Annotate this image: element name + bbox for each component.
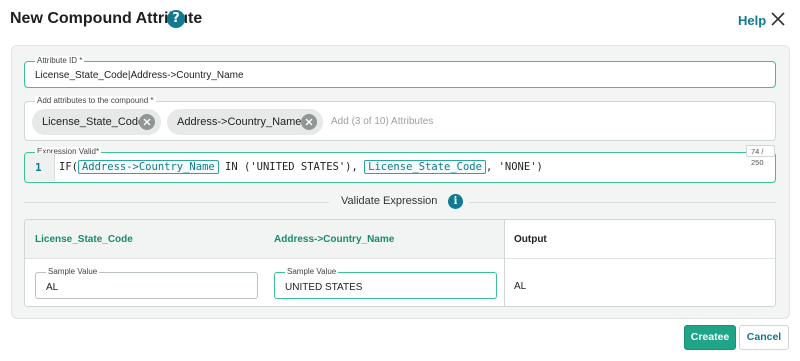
chip-license-state-code[interactable]: License_State_Code — [32, 109, 161, 135]
sample-value: UNITED STATES — [285, 282, 363, 293]
column-header-license-state-code: License_State_Code — [35, 234, 133, 245]
column-header-country-name: Address->Country_Name — [274, 234, 395, 245]
divider-line — [469, 202, 776, 203]
attribute-id-label: Attribute ID * — [35, 56, 85, 66]
output-value: AL — [514, 281, 527, 292]
code-suffix: , 'NONE') — [485, 161, 543, 173]
compound-attributes-field[interactable]: Add attributes to the compound * License… — [24, 96, 776, 141]
chip-label: Address->Country_Name — [177, 116, 302, 128]
code-prefix: IF( — [59, 161, 78, 173]
column-divider — [504, 220, 505, 306]
sample-value-label: Sample Value — [285, 267, 339, 277]
info-icon[interactable]: i — [448, 194, 463, 209]
code-middle: IN ('UNITED STATES'), — [218, 161, 365, 173]
divider-line — [24, 202, 329, 203]
create-button[interactable]: Createe — [684, 325, 736, 350]
expression-editor[interactable]: Expression Valid* 74 / 250 1 IF(Address-… — [24, 145, 776, 183]
help-icon[interactable]: ? — [167, 10, 185, 28]
sample-value-label: Sample Value — [46, 267, 100, 277]
close-icon[interactable] — [770, 11, 786, 27]
help-link[interactable]: Help — [738, 13, 766, 28]
column-header-output: Output — [514, 234, 547, 245]
add-attributes-input[interactable]: Add (3 of 10) Attributes — [331, 116, 433, 127]
sample-value: AL — [46, 282, 59, 293]
character-counter: 74 / 250 — [746, 145, 775, 167]
compound-label: Add attributes to the compound * — [35, 96, 156, 106]
attribute-id-field[interactable]: Attribute ID * License_State_Code|Addres… — [24, 56, 776, 88]
code-token-license-state-code[interactable]: License_State_Code — [364, 160, 486, 174]
validate-expression-divider: Validate Expression i — [24, 194, 776, 210]
dialog-header: New Compound Attribute ? Help — [0, 0, 800, 40]
chip-address-country-name[interactable]: Address->Country_Name — [167, 109, 323, 135]
chip-label: License_State_Code — [42, 116, 145, 128]
validation-table: License_State_Code Address->Country_Name… — [24, 219, 776, 307]
sample-value-input-country-name[interactable]: Sample Value UNITED STATES — [274, 267, 497, 299]
line-number: 1 — [35, 161, 42, 174]
line-gutter: 1 — [25, 153, 55, 181]
sample-value-input-license-state-code[interactable]: Sample Value AL — [35, 267, 258, 299]
code-token-country-name[interactable]: Address->Country_Name — [77, 160, 219, 174]
attribute-id-value: License_State_Code|Address->Country_Name — [35, 70, 244, 81]
cancel-button[interactable]: Cancel — [739, 325, 789, 350]
expression-code[interactable]: IF(Address->Country_Name IN ('UNITED STA… — [59, 160, 543, 174]
dialog-body: Attribute ID * License_State_Code|Addres… — [11, 45, 790, 319]
validate-expression-title: Validate Expression — [341, 195, 438, 207]
chip-remove-icon[interactable] — [139, 114, 155, 130]
chip-remove-icon[interactable] — [301, 114, 317, 130]
